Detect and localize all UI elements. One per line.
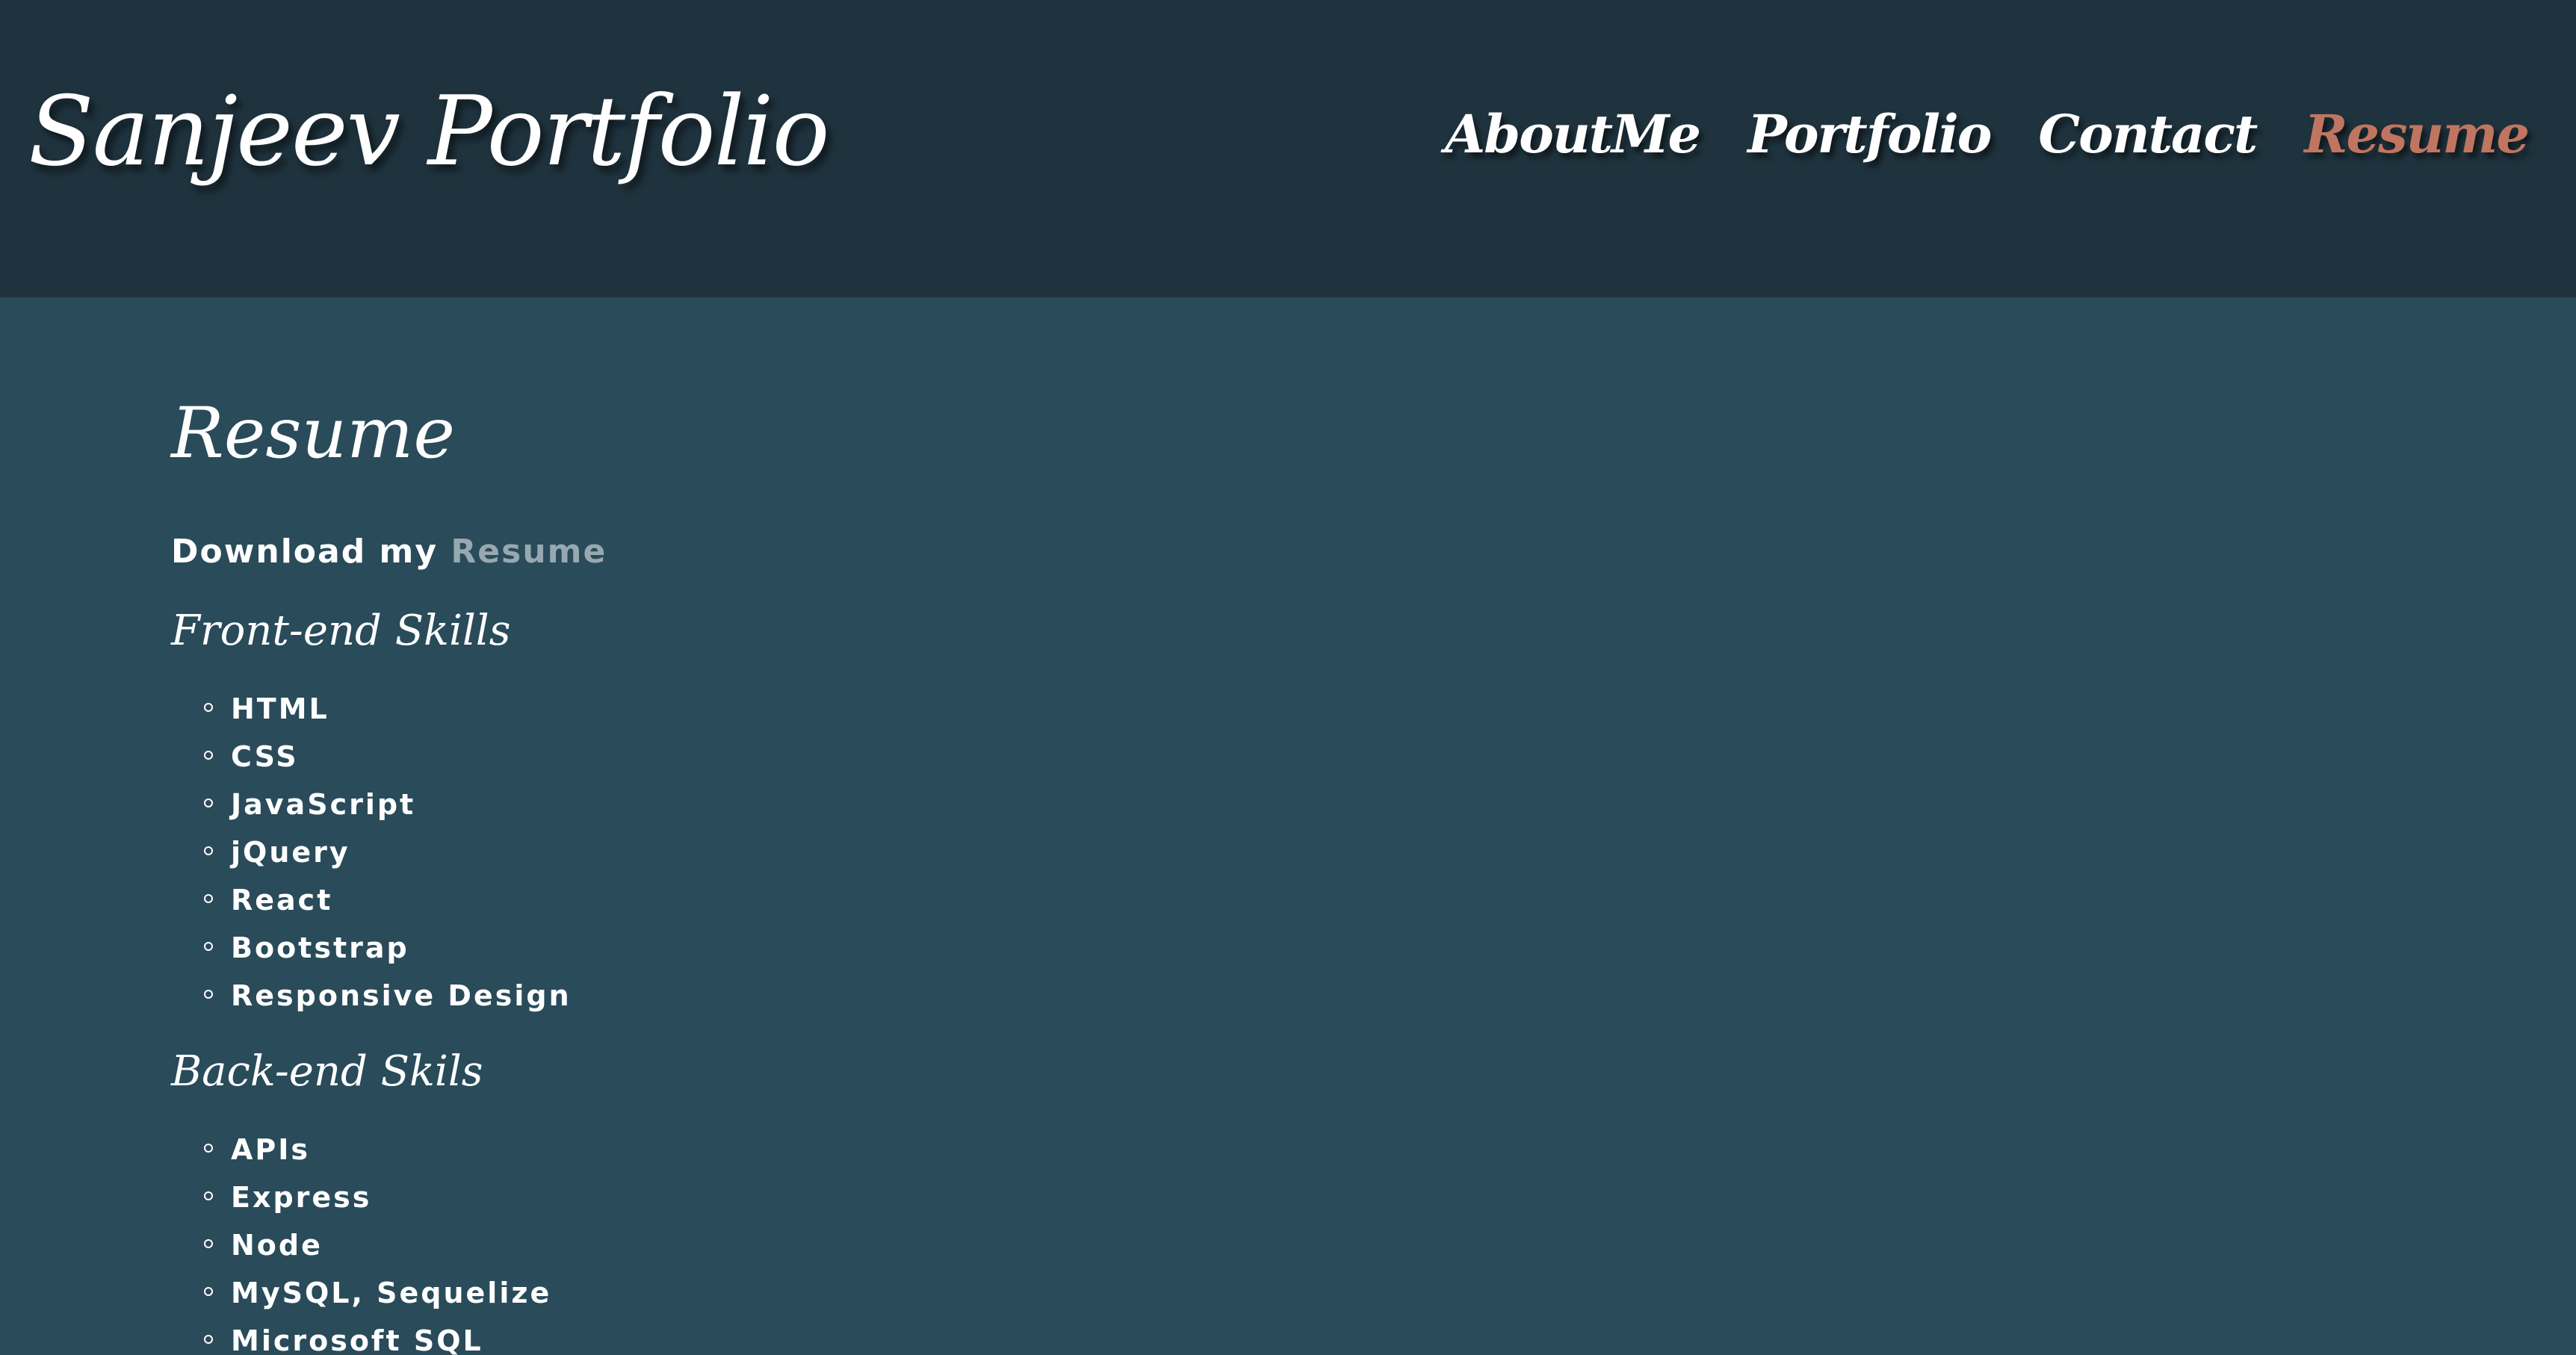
main-nav: AboutMe Portfolio Contact Resume xyxy=(1445,96,2530,173)
skill-label: Bootstrap xyxy=(231,931,409,964)
backend-skills-list: APIs Express Node MySQL, Sequelize Micro… xyxy=(204,1126,551,1355)
circle-bullet-icon xyxy=(204,1144,213,1153)
nav-link-resume[interactable]: Resume xyxy=(2304,96,2530,173)
list-item: APIs xyxy=(204,1126,551,1173)
circle-bullet-icon xyxy=(204,1239,213,1248)
nav-link-aboutme[interactable]: AboutMe xyxy=(1445,96,1701,173)
list-item: jQuery xyxy=(204,828,572,876)
frontend-skills-heading: Front-end Skills xyxy=(171,607,511,655)
list-item: Microsoft SQL xyxy=(204,1317,551,1355)
skill-label: Microsoft SQL xyxy=(231,1324,483,1355)
nav-link-contact[interactable]: Contact xyxy=(2038,96,2258,173)
skill-label: jQuery xyxy=(231,836,350,869)
skill-label: CSS xyxy=(231,740,299,773)
brand-title[interactable]: Sanjeev Portfolio xyxy=(28,69,830,196)
resume-download-link[interactable]: Resume xyxy=(451,533,607,571)
circle-bullet-icon xyxy=(204,894,213,903)
list-item: Express xyxy=(204,1173,551,1221)
list-item: Bootstrap xyxy=(204,924,572,972)
list-item: React xyxy=(204,876,572,924)
list-item: Node xyxy=(204,1221,551,1269)
circle-bullet-icon xyxy=(204,1287,213,1296)
circle-bullet-icon xyxy=(204,942,213,951)
circle-bullet-icon xyxy=(204,846,213,855)
list-item: Responsive Design xyxy=(204,972,572,1020)
download-line: Download my Resume xyxy=(171,529,607,575)
download-prefix: Download my xyxy=(171,533,439,571)
circle-bullet-icon xyxy=(204,1335,213,1344)
circle-bullet-icon xyxy=(204,1191,213,1200)
list-item: CSS xyxy=(204,733,572,781)
skill-label: Responsive Design xyxy=(231,979,572,1012)
skill-label: Node xyxy=(231,1229,323,1262)
circle-bullet-icon xyxy=(204,799,213,807)
skill-label: JavaScript xyxy=(231,788,416,821)
circle-bullet-icon xyxy=(204,751,213,760)
frontend-skills-list: HTML CSS JavaScript jQuery React Bootstr… xyxy=(204,685,572,1020)
skill-label: APIs xyxy=(231,1133,311,1166)
skill-label: MySQL, Sequelize xyxy=(231,1277,552,1309)
backend-skills-heading: Back-end Skils xyxy=(171,1047,483,1096)
site-header: Sanjeev Portfolio AboutMe Portfolio Cont… xyxy=(0,0,2576,297)
page-title: Resume xyxy=(171,393,455,474)
nav-link-portfolio[interactable]: Portfolio xyxy=(1747,96,1992,173)
skill-label: HTML xyxy=(231,692,329,725)
skill-label: React xyxy=(231,884,333,917)
circle-bullet-icon xyxy=(204,990,213,999)
circle-bullet-icon xyxy=(204,703,213,712)
list-item: JavaScript xyxy=(204,781,572,828)
list-item: HTML xyxy=(204,685,572,733)
list-item: MySQL, Sequelize xyxy=(204,1269,551,1317)
skill-label: Express xyxy=(231,1181,372,1214)
